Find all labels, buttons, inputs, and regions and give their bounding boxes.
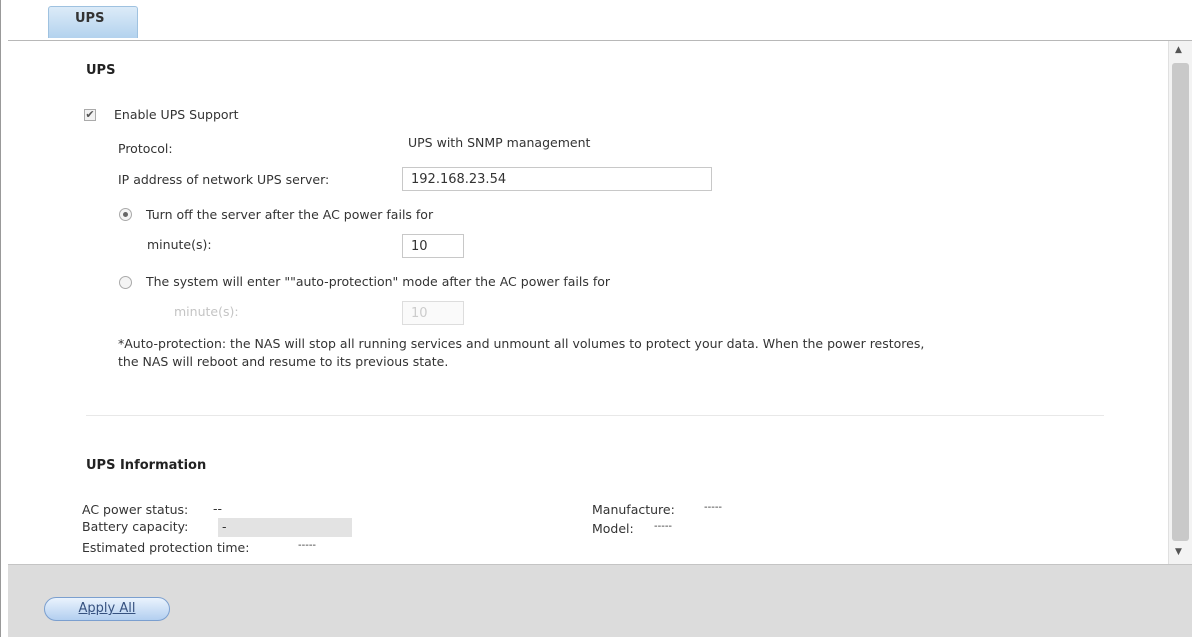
scrollbar-thumb[interactable] — [1172, 63, 1189, 541]
note-line-2: the NAS will reboot and resume to its pr… — [118, 354, 449, 369]
footer-bar: Apply All — [8, 564, 1192, 637]
turn-off-radio[interactable] — [119, 208, 132, 221]
scroll-down-icon[interactable]: ▼ — [1175, 547, 1182, 557]
enable-ups-label: Enable UPS Support — [114, 107, 239, 122]
turn-off-minutes-label: minute(s): — [147, 237, 212, 252]
protocol-value: UPS with SNMP management — [408, 135, 591, 150]
auto-protection-note: *Auto-protection: the NAS will stop all … — [118, 335, 1128, 371]
battery-capacity-value: - — [222, 519, 227, 534]
auto-protection-radio[interactable] — [119, 276, 132, 289]
turn-off-label: Turn off the server after the AC power f… — [146, 207, 434, 222]
turn-off-minutes-input[interactable] — [402, 234, 464, 258]
estimated-protection-time-label: Estimated protection time: — [82, 540, 250, 555]
vertical-scrollbar[interactable]: ▲ ▼ — [1168, 41, 1192, 564]
battery-capacity-bar — [218, 518, 352, 537]
check-mark-icon: ✔ — [85, 108, 95, 121]
ip-address-label: IP address of network UPS server: — [118, 172, 330, 187]
model-label: Model: — [592, 521, 634, 536]
ac-power-status-value: -- — [213, 501, 223, 516]
auto-protection-minutes-label: minute(s): — [174, 304, 239, 319]
scroll-up-icon[interactable]: ▲ — [1175, 45, 1182, 55]
ac-power-status-label: AC power status: — [82, 502, 189, 517]
auto-protection-minutes-input[interactable] — [402, 301, 464, 325]
ip-address-input[interactable] — [402, 167, 712, 191]
model-value: ----- — [654, 521, 673, 532]
battery-capacity-label: Battery capacity: — [82, 519, 189, 534]
manufacture-value: ----- — [704, 502, 723, 513]
manufacture-label: Manufacture: — [592, 502, 675, 517]
tab-bar: UPS — [8, 0, 1192, 41]
protocol-label: Protocol: — [118, 141, 173, 156]
note-line-1: *Auto-protection: the NAS will stop all … — [118, 336, 925, 351]
settings-panel: UPS ✔ Enable UPS Support Protocol: UPS w… — [8, 41, 1168, 564]
section-divider — [86, 415, 1104, 416]
estimated-protection-time-value: ----- — [298, 540, 317, 551]
section-title: UPS — [86, 63, 116, 78]
enable-ups-checkbox[interactable]: ✔ — [84, 109, 96, 121]
ups-information-title: UPS Information — [86, 458, 207, 473]
auto-protection-label: The system will enter ""auto-protection"… — [146, 274, 611, 289]
tab-ups[interactable]: UPS — [48, 6, 138, 38]
apply-all-button[interactable]: Apply All — [44, 597, 170, 621]
